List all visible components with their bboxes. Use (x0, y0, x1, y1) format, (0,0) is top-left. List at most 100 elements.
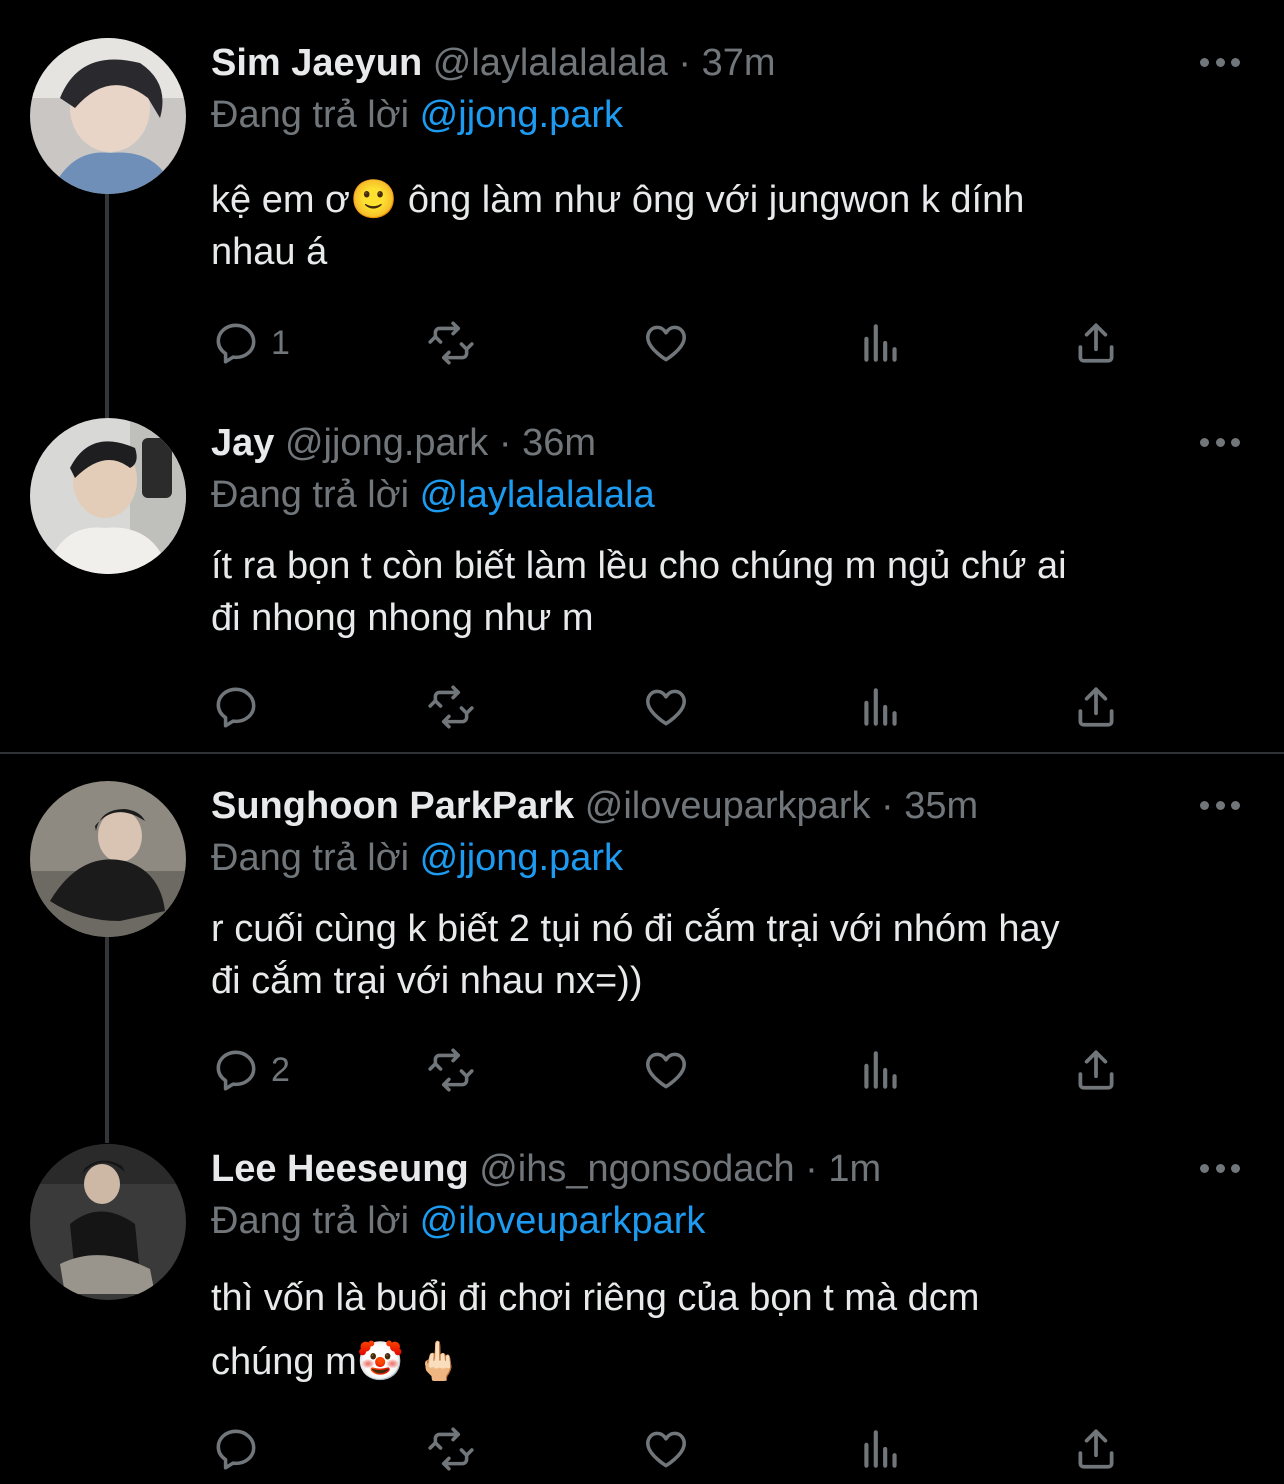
thread-line (105, 937, 109, 1143)
display-name[interactable]: Lee Heeseung (211, 1148, 469, 1190)
retweet-button[interactable] (426, 1045, 476, 1095)
views-button[interactable] (856, 318, 906, 368)
action-bar (211, 1424, 1211, 1474)
display-name[interactable]: Sim Jaeyun (211, 42, 422, 84)
avatar[interactable] (30, 38, 186, 194)
like-button[interactable] (641, 1424, 691, 1474)
handle[interactable]: @iloveuparkpark (585, 785, 871, 827)
replying-to: Đang trả lời @iloveuparkpark (211, 1196, 705, 1246)
tweet-2[interactable]: Jay @jjong.park · 36m Đang trả lời @layl… (0, 418, 1284, 752)
more-options-icon[interactable] (1200, 793, 1240, 817)
reply-prefix: Đang trả lời (211, 1200, 410, 1242)
action-bar (211, 682, 1211, 732)
tweet-header: Sunghoon ParkPark @iloveuparkpark · 35m (211, 781, 978, 831)
more-options-icon[interactable] (1200, 50, 1240, 74)
share-icon (1078, 323, 1114, 363)
handle[interactable]: @jjong.park (285, 422, 488, 464)
reply-icon (216, 323, 256, 364)
share-icon (1078, 1050, 1114, 1090)
display-name[interactable]: Jay (211, 422, 274, 464)
tweet-text-line: thì vốn là buổi đi chơi riêng của bọn t … (211, 1277, 980, 1319)
tweet-text-line: đi nhong nhong như m (211, 597, 594, 639)
tweet-text: r cuối cùng k biết 2 tụi nó đi cắm trại … (211, 903, 1251, 1007)
replying-to: Đang trả lời @laylalalalala (211, 470, 655, 520)
reply-prefix: Đang trả lời (211, 474, 410, 516)
timestamp[interactable]: 35m (904, 785, 978, 827)
handle[interactable]: @laylalalalala (433, 42, 668, 84)
tweet-text-line: chúng m🤡 🖕🏻 (211, 1341, 462, 1383)
tweet-text-line: r cuối cùng k biết 2 tụi nó đi cắm trại … (211, 908, 1060, 950)
tweet-header: Sim Jaeyun @laylalalalala · 37m (211, 38, 776, 88)
replying-to: Đang trả lời @jjong.park (211, 833, 623, 883)
reply-mention[interactable]: @laylalalalala (420, 474, 655, 516)
retweet-button[interactable] (426, 1424, 476, 1474)
reply-icon (216, 1050, 256, 1091)
tweet-text-line: kệ em ơ🙂 ông làm như ông với jungwon k d… (211, 179, 1025, 221)
thread-line (105, 194, 109, 418)
retweet-icon (428, 1048, 474, 1092)
avatar[interactable] (30, 1144, 186, 1300)
heart-icon (646, 325, 686, 362)
analytics-icon (864, 324, 897, 362)
views-button[interactable] (856, 1424, 906, 1474)
action-bar: 1 (211, 318, 1211, 368)
timestamp[interactable]: 37m (702, 42, 776, 84)
reply-count: 1 (271, 323, 290, 362)
timestamp[interactable]: 36m (522, 422, 596, 464)
reply-count: 2 (271, 1050, 290, 1089)
more-options-icon[interactable] (1200, 1156, 1240, 1180)
tweet-text-line: ít ra bọn t còn biết làm lều cho chúng m… (211, 545, 1067, 587)
like-button[interactable] (641, 1045, 691, 1095)
display-name[interactable]: Sunghoon ParkPark (211, 785, 574, 827)
tweet-1[interactable]: Sim Jaeyun @laylalalalala · 37m Đang trả… (0, 38, 1284, 418)
tweet-4[interactable]: Lee Heeseung @ihs_ngonsodach · 1m Đang t… (0, 1144, 1284, 1484)
analytics-icon (864, 688, 897, 726)
replying-to: Đang trả lời @jjong.park (211, 90, 623, 140)
reply-button[interactable]: 2 (211, 1045, 290, 1095)
share-button[interactable] (1071, 1424, 1121, 1474)
reply-mention[interactable]: @iloveuparkpark (420, 1200, 706, 1242)
views-button[interactable] (856, 682, 906, 732)
heart-icon (646, 1052, 686, 1089)
tweet-text-line: đi cắm trại với nhau nx=)) (211, 960, 643, 1002)
separator: · (881, 785, 894, 827)
retweet-icon (428, 685, 474, 729)
heart-icon (646, 1431, 686, 1468)
tweet-text-line: nhau á (211, 231, 328, 273)
analytics-icon (864, 1430, 897, 1468)
action-bar: 2 (211, 1045, 1211, 1095)
reply-prefix: Đang trả lời (211, 837, 410, 879)
avatar[interactable] (30, 781, 186, 937)
separator: · (498, 422, 512, 464)
reply-button[interactable]: 1 (211, 318, 290, 368)
views-button[interactable] (856, 1045, 906, 1095)
tweet-3[interactable]: Sunghoon ParkPark @iloveuparkpark · 35m … (0, 781, 1284, 1143)
retweet-button[interactable] (426, 318, 476, 368)
separator: · (805, 1148, 818, 1190)
analytics-icon (864, 1051, 897, 1089)
share-icon (1078, 687, 1114, 727)
tweet-text: ít ra bọn t còn biết làm lều cho chúng m… (211, 540, 1251, 644)
share-button[interactable] (1071, 318, 1121, 368)
retweet-icon (428, 1427, 474, 1471)
handle[interactable]: @ihs_ngonsodach (479, 1148, 794, 1190)
more-options-icon[interactable] (1200, 430, 1240, 454)
reply-mention[interactable]: @jjong.park (420, 94, 623, 136)
conversation-divider (0, 752, 1284, 754)
share-button[interactable] (1071, 1045, 1121, 1095)
like-button[interactable] (641, 318, 691, 368)
share-button[interactable] (1071, 682, 1121, 732)
share-icon (1078, 1429, 1114, 1469)
like-button[interactable] (641, 682, 691, 732)
separator: · (678, 42, 692, 84)
reply-button[interactable] (211, 1424, 271, 1474)
tweet-text: thì vốn là buổi đi chơi riêng của bọn t … (211, 1266, 1251, 1394)
heart-icon (646, 689, 686, 726)
tweet-header: Jay @jjong.park · 36m (211, 418, 596, 468)
retweet-button[interactable] (426, 682, 476, 732)
reply-prefix: Đang trả lời (211, 94, 410, 136)
avatar[interactable] (30, 418, 186, 574)
timestamp[interactable]: 1m (828, 1148, 881, 1190)
reply-mention[interactable]: @jjong.park (420, 837, 623, 879)
reply-button[interactable] (211, 682, 271, 732)
